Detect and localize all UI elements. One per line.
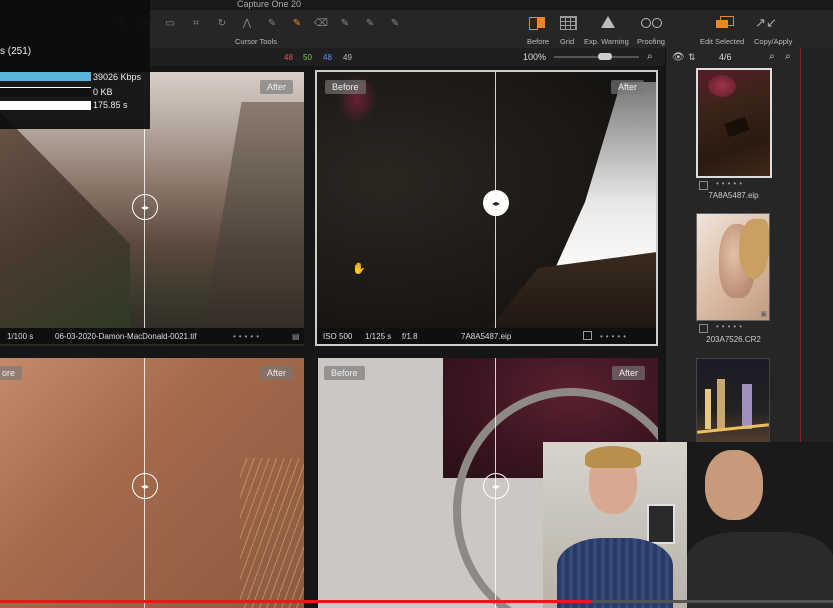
app-title: Capture One 20 — [237, 0, 302, 9]
filter-icon[interactable]: ⌕ — [785, 51, 791, 62]
bitrate-bar — [0, 72, 91, 81]
crop-icon[interactable]: ⌗ — [187, 16, 205, 30]
brush-icon[interactable]: ✎ — [288, 16, 306, 30]
thumbnail-caption: 203A7526.CR2 — [706, 335, 761, 344]
duration-value: 175.85 s — [93, 100, 128, 110]
split-handle-icon[interactable]: ◂▸ — [132, 473, 158, 499]
shirt — [557, 538, 673, 608]
webcam-person-2 — [687, 442, 833, 608]
aperture-value: f/1.8 — [402, 332, 418, 341]
search-icon[interactable]: ⌕ — [647, 51, 653, 62]
after-badge: After — [611, 80, 645, 94]
side-panel-edge — [800, 48, 833, 443]
eraser-icon[interactable]: ⌫ — [312, 16, 330, 30]
sort-icon[interactable]: ⇅ — [688, 52, 696, 63]
rating-dots-icon[interactable]: ••••• — [716, 179, 745, 188]
iso-value: ISO 500 — [323, 332, 353, 341]
split-handle-icon[interactable]: ◂▸ — [483, 473, 509, 499]
after-badge: After — [260, 80, 294, 94]
shirt — [687, 532, 833, 608]
video-progress-bar[interactable] — [0, 600, 833, 603]
filmstrip-position: 4/6 — [719, 52, 732, 62]
hair — [585, 446, 641, 468]
viewer-tile-3[interactable]: ◂▸ ore After — [0, 358, 304, 608]
zoom-slider[interactable] — [554, 53, 639, 60]
split-handle-icon[interactable]: ◂▸ — [483, 190, 509, 216]
loupe-icon[interactable]: ▭ — [161, 16, 179, 30]
zoom-slider-handle[interactable] — [598, 53, 612, 60]
bitrate-value: 39026 Kbps — [93, 72, 142, 82]
copy-apply-icon[interactable]: ↗↙ — [755, 15, 777, 30]
after-badge: After — [260, 366, 294, 380]
webcam-overlay — [543, 442, 833, 608]
rotate-icon[interactable]: ↻ — [213, 16, 231, 30]
edit-selected-label: Edit Selected — [700, 37, 745, 46]
edited-badge-icon: ▣ — [760, 311, 767, 318]
rating-dots-icon[interactable]: ••••• — [233, 332, 262, 341]
thumbnail-3[interactable] — [696, 358, 770, 445]
stats-overlay: s (251) 39026 Kbps 0 KB 175.85 s — [0, 0, 150, 129]
rating-count-blue: 48 — [323, 53, 332, 62]
video-progress-fill — [0, 600, 592, 603]
shutter-value: 1/125 s — [365, 332, 392, 341]
cursor-tools-label: Cursor Tools — [235, 37, 277, 46]
before-label: Before — [527, 37, 550, 46]
rating-dots-icon[interactable]: ••••• — [716, 322, 745, 331]
before-badge: Before — [324, 366, 365, 380]
webcam-person-1 — [543, 442, 687, 608]
grid-label: Grid — [560, 37, 575, 46]
heal-icon[interactable]: ✎ — [361, 16, 379, 30]
before-badge: ore — [0, 366, 23, 380]
stats-title: s (251) — [0, 46, 32, 57]
select-checkbox[interactable] — [699, 181, 708, 190]
search-icon[interactable]: ⌕ — [769, 51, 775, 62]
zoom-level: 100% — [523, 52, 547, 62]
keystone-icon[interactable]: ⋀ — [238, 16, 256, 30]
filename: 06-03-2020-Damon-MacDonald-0021.tif — [55, 332, 197, 341]
buffer-bar — [0, 87, 91, 97]
select-checkbox[interactable] — [699, 324, 708, 333]
split-handle-icon[interactable]: ◂▸ — [132, 194, 158, 220]
before-compare-icon[interactable] — [529, 16, 547, 30]
tile-info-bar: ISO 500 1/125 s f/1.8 7A8A5487.eip ••••• — [317, 328, 656, 344]
after-badge: After — [612, 366, 646, 380]
buffer-value: 0 KB — [93, 87, 113, 97]
picker-icon[interactable]: ✎ — [263, 16, 281, 30]
menu-icon[interactable]: ▤ — [292, 332, 300, 341]
gradient-mask-icon[interactable]: ✎ — [336, 16, 354, 30]
rating-count-red: 48 — [284, 53, 293, 62]
rating-count-gray: 49 — [343, 53, 352, 62]
face — [705, 450, 763, 520]
warning-icon[interactable] — [601, 16, 615, 28]
filename: 7A8A5487.eip — [461, 332, 512, 341]
thumbnail-1[interactable] — [696, 68, 772, 178]
grid-icon[interactable] — [560, 16, 577, 30]
thumbnail-2[interactable]: ▣ — [696, 213, 770, 321]
eye-icon[interactable]: 👁 — [672, 52, 685, 63]
shutter-value: 1/100 s — [7, 332, 34, 341]
copy-apply-label: Copy/Apply — [754, 37, 793, 46]
proofing-glasses-icon[interactable] — [641, 17, 663, 28]
wall-picture — [647, 504, 675, 544]
thumbnail-caption: 7A8A5487.eip — [708, 191, 759, 200]
duration-bar — [0, 101, 91, 110]
viewer-tile-2[interactable]: ◂▸ ✋ Before After ISO 500 1/125 s f/1.8 … — [315, 70, 658, 346]
rating-dots-icon[interactable]: ••••• — [600, 332, 629, 341]
select-checkbox[interactable] — [583, 331, 592, 340]
edit-selected-icon[interactable] — [716, 16, 734, 29]
tile-info-bar: 1/100 s 06-03-2020-Damon-MacDonald-0021.… — [0, 328, 304, 344]
proofing-label: Proofing — [637, 37, 665, 46]
rating-count-green: 50 — [303, 53, 312, 62]
exp-warning-label: Exp. Warning — [584, 37, 629, 46]
before-badge: Before — [325, 80, 366, 94]
clone-icon[interactable]: ✎ — [386, 16, 404, 30]
hand-cursor-icon: ✋ — [352, 263, 366, 275]
